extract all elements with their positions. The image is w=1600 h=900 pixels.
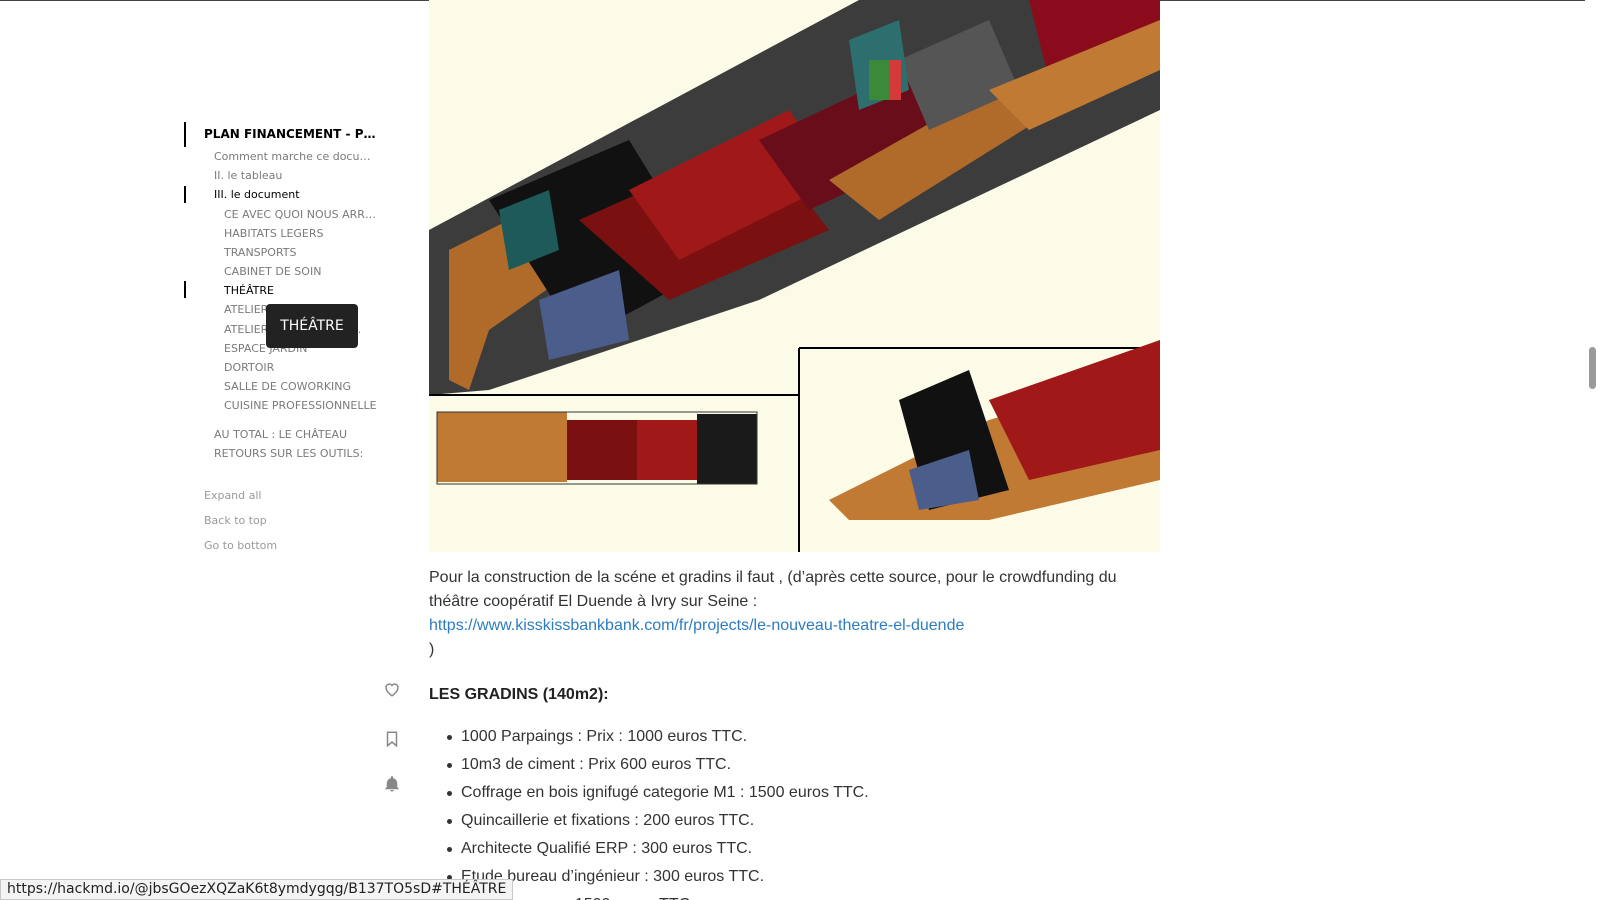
toc-item-retours-outils[interactable]: RETOURS SUR LES OUTILS: [214,446,379,462]
toc-item-salle-de-coworking[interactable]: SALLE DE COWORKING [224,379,379,395]
heart-icon[interactable] [383,680,401,698]
toc-active-bar [184,122,186,147]
list-item: Etude bureau d’ingénieur : 300 euros TTC… [447,863,869,891]
vertical-scrollbar[interactable] [1585,0,1600,900]
list-item: Quincaillerie et fixations : 200 euros T… [447,807,869,835]
toc-item-comment-marche[interactable]: Comment marche ce docume... [214,149,379,165]
toc-item-dortoir[interactable]: DORTOIR [224,360,379,376]
cost-list: 1000 Parpaings : Prix : 1000 euros TTC. … [447,723,869,900]
list-item: 1000 Parpaings : Prix : 1000 euros TTC. [447,723,869,751]
toc-item-le-document[interactable]: III. le document [214,187,379,203]
paragraph-text: Pour la construction de la scéne et grad… [429,569,1117,610]
toc-item-theatre[interactable]: THÉÂTRE [224,283,379,299]
toc-item-au-total[interactable]: AU TOTAL : LE CHÂTEAU [214,427,379,443]
list-item: Main d’oeuvre : 1500 euros TTC. [461,891,869,900]
toc-title[interactable]: PLAN FINANCEMENT - PROJ... [204,126,379,142]
back-to-top-link[interactable]: Back to top [204,514,267,527]
toc-active-bar [184,186,186,203]
section-heading-gradins: LES GRADINS (140m2): [429,686,609,703]
toc-item-le-tableau[interactable]: II. le tableau [214,168,379,184]
list-item: Architecte Qualifié ERP : 300 euros TTC. [447,835,869,863]
kisskissbankbank-link[interactable]: https://www.kisskissbankbank.com/fr/proj… [429,617,964,634]
list-item: 10m3 de ciment : Prix 600 euros TTC. [447,751,869,779]
bookmark-icon[interactable] [383,730,401,748]
bell-icon[interactable] [383,775,401,793]
toc-tooltip: THÉÂTRE [266,304,358,348]
construction-paragraph: Pour la construction de la scéne et grad… [429,566,1160,662]
list-item: Coffrage en bois ignifugé categorie M1 :… [447,779,869,807]
toc-active-bar [184,281,186,298]
theatre-3d-plan-image [429,0,1160,552]
scrollbar-thumb[interactable] [1589,347,1596,389]
paragraph-close: ) [429,641,435,658]
expand-all-link[interactable]: Expand all [204,489,262,502]
toc-item-cuisine-professionnelle[interactable]: CUISINE PROFESSIONNELLE [224,398,379,414]
browser-status-url: https://hackmd.io/@jbsGOezXQZaK6t8ymdygq… [0,879,514,900]
toc-item-transports[interactable]: TRANSPORTS [224,245,379,261]
toc-item-habitats-legers[interactable]: HABITATS LEGERS [224,226,379,242]
toc-item-ce-avec-quoi[interactable]: CE AVEC QUOI NOUS ARRIV... [224,207,379,223]
go-to-bottom-link[interactable]: Go to bottom [204,539,277,552]
toc-item-cabinet-de-soin[interactable]: CABINET DE SOIN [224,264,379,280]
